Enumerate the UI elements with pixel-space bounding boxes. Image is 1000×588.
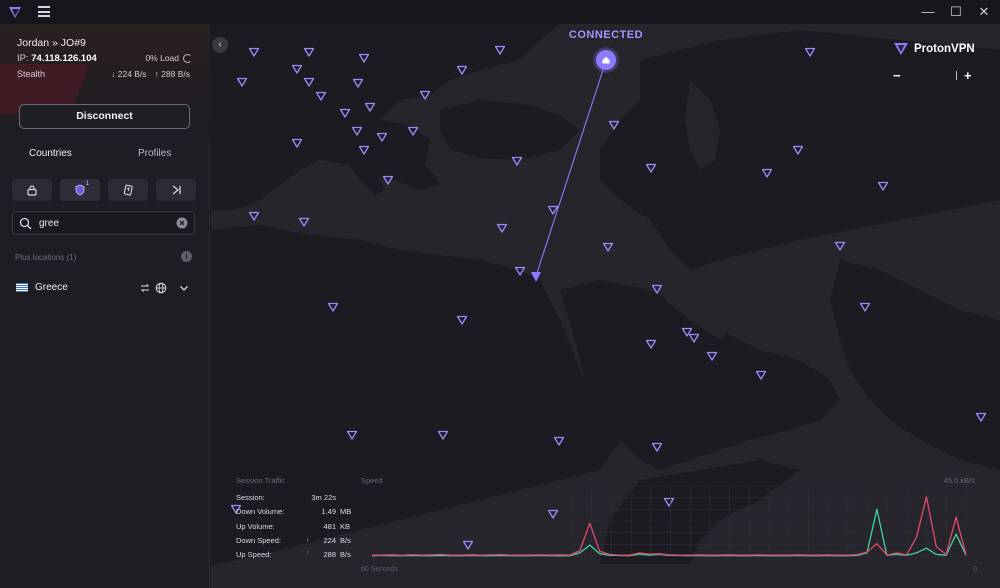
chart-series xyxy=(372,496,967,557)
speed-chart xyxy=(372,485,967,557)
filter-p2p[interactable] xyxy=(108,179,148,201)
chevron-down-icon[interactable] xyxy=(178,282,190,294)
upload-speed: ↑ 288 B/s xyxy=(154,69,190,79)
section-label: Plus locations (1) xyxy=(15,253,77,262)
download-speed: ↓ 224 B/s xyxy=(111,69,147,79)
proton-logo-icon xyxy=(894,43,908,55)
up-arrow-icon: ↑ xyxy=(306,550,310,557)
title-bar: — ☐ ✕ xyxy=(0,0,1000,24)
filter-netshield[interactable]: 1 xyxy=(60,179,100,201)
swap-icon[interactable] xyxy=(139,282,151,294)
proton-logo-icon xyxy=(9,7,21,18)
protonvpn-window: — ☐ ✕ Jordan » JO#9 IP: 74.118.126.104 0… xyxy=(0,0,1000,588)
greece-flag-icon xyxy=(16,283,28,292)
traffic-title: Session Traffic xyxy=(236,476,286,485)
search-input[interactable] xyxy=(39,215,169,231)
collapse-sidebar-button[interactable]: ‹ xyxy=(212,37,228,53)
maximize-button[interactable]: ☐ xyxy=(948,4,964,20)
minimize-button[interactable]: — xyxy=(920,4,936,20)
tab-profiles[interactable]: Profiles xyxy=(138,148,171,159)
clear-search-icon[interactable] xyxy=(176,217,188,229)
sidebar-tabs: Countries Profiles xyxy=(0,142,210,168)
feature-filters: 1 xyxy=(12,179,196,201)
protocol-label: Stealth xyxy=(17,69,46,79)
filter-badge: 1 xyxy=(85,181,89,187)
card-icon xyxy=(123,184,133,196)
load-ring-icon xyxy=(183,53,192,63)
hamburger-menu-icon[interactable] xyxy=(38,6,50,17)
chart-x-end-label: 0 xyxy=(973,566,977,573)
country-name: Greece xyxy=(35,282,68,293)
chart-grid xyxy=(571,485,967,557)
up-speed-line xyxy=(372,496,967,557)
search-box xyxy=(12,211,195,235)
filter-tor[interactable] xyxy=(156,179,196,201)
home-icon xyxy=(602,56,610,64)
home-location-pin[interactable] xyxy=(596,50,616,70)
forward-icon xyxy=(172,185,181,195)
server-load: 0% Load xyxy=(145,53,192,63)
country-row-greece[interactable]: Greece xyxy=(0,278,210,298)
zoom-out-button[interactable]: − xyxy=(893,68,901,83)
search-icon xyxy=(19,217,32,230)
ip-address: IP: 74.118.126.104 xyxy=(17,53,97,64)
close-button[interactable]: ✕ xyxy=(976,4,992,20)
globe-icon[interactable] xyxy=(155,282,167,294)
info-icon[interactable]: i xyxy=(181,251,192,262)
brand-name: ProtonVPN xyxy=(914,43,975,55)
filter-secure-core[interactable] xyxy=(12,179,52,201)
connection-status: CONNECTED xyxy=(568,29,644,41)
chart-x-start-label: 60 Seconds xyxy=(361,566,398,573)
shield-icon xyxy=(75,184,85,196)
tab-countries[interactable]: Countries xyxy=(29,148,72,159)
zoom-divider xyxy=(956,71,957,80)
disconnect-button[interactable]: Disconnect xyxy=(19,104,190,129)
connection-speeds: ↓ 224 B/s ↑ 288 B/s xyxy=(111,69,190,79)
down-arrow-icon: ↓ xyxy=(306,536,310,543)
zoom-in-button[interactable]: + xyxy=(964,68,972,83)
server-name: Jordan » JO#9 xyxy=(17,37,86,49)
connection-panel: Jordan » JO#9 IP: 74.118.126.104 0% Load… xyxy=(0,24,210,139)
sidebar: Jordan » JO#9 IP: 74.118.126.104 0% Load… xyxy=(0,24,210,588)
brand-logo: ProtonVPN xyxy=(893,42,975,56)
lock-icon xyxy=(27,185,37,196)
